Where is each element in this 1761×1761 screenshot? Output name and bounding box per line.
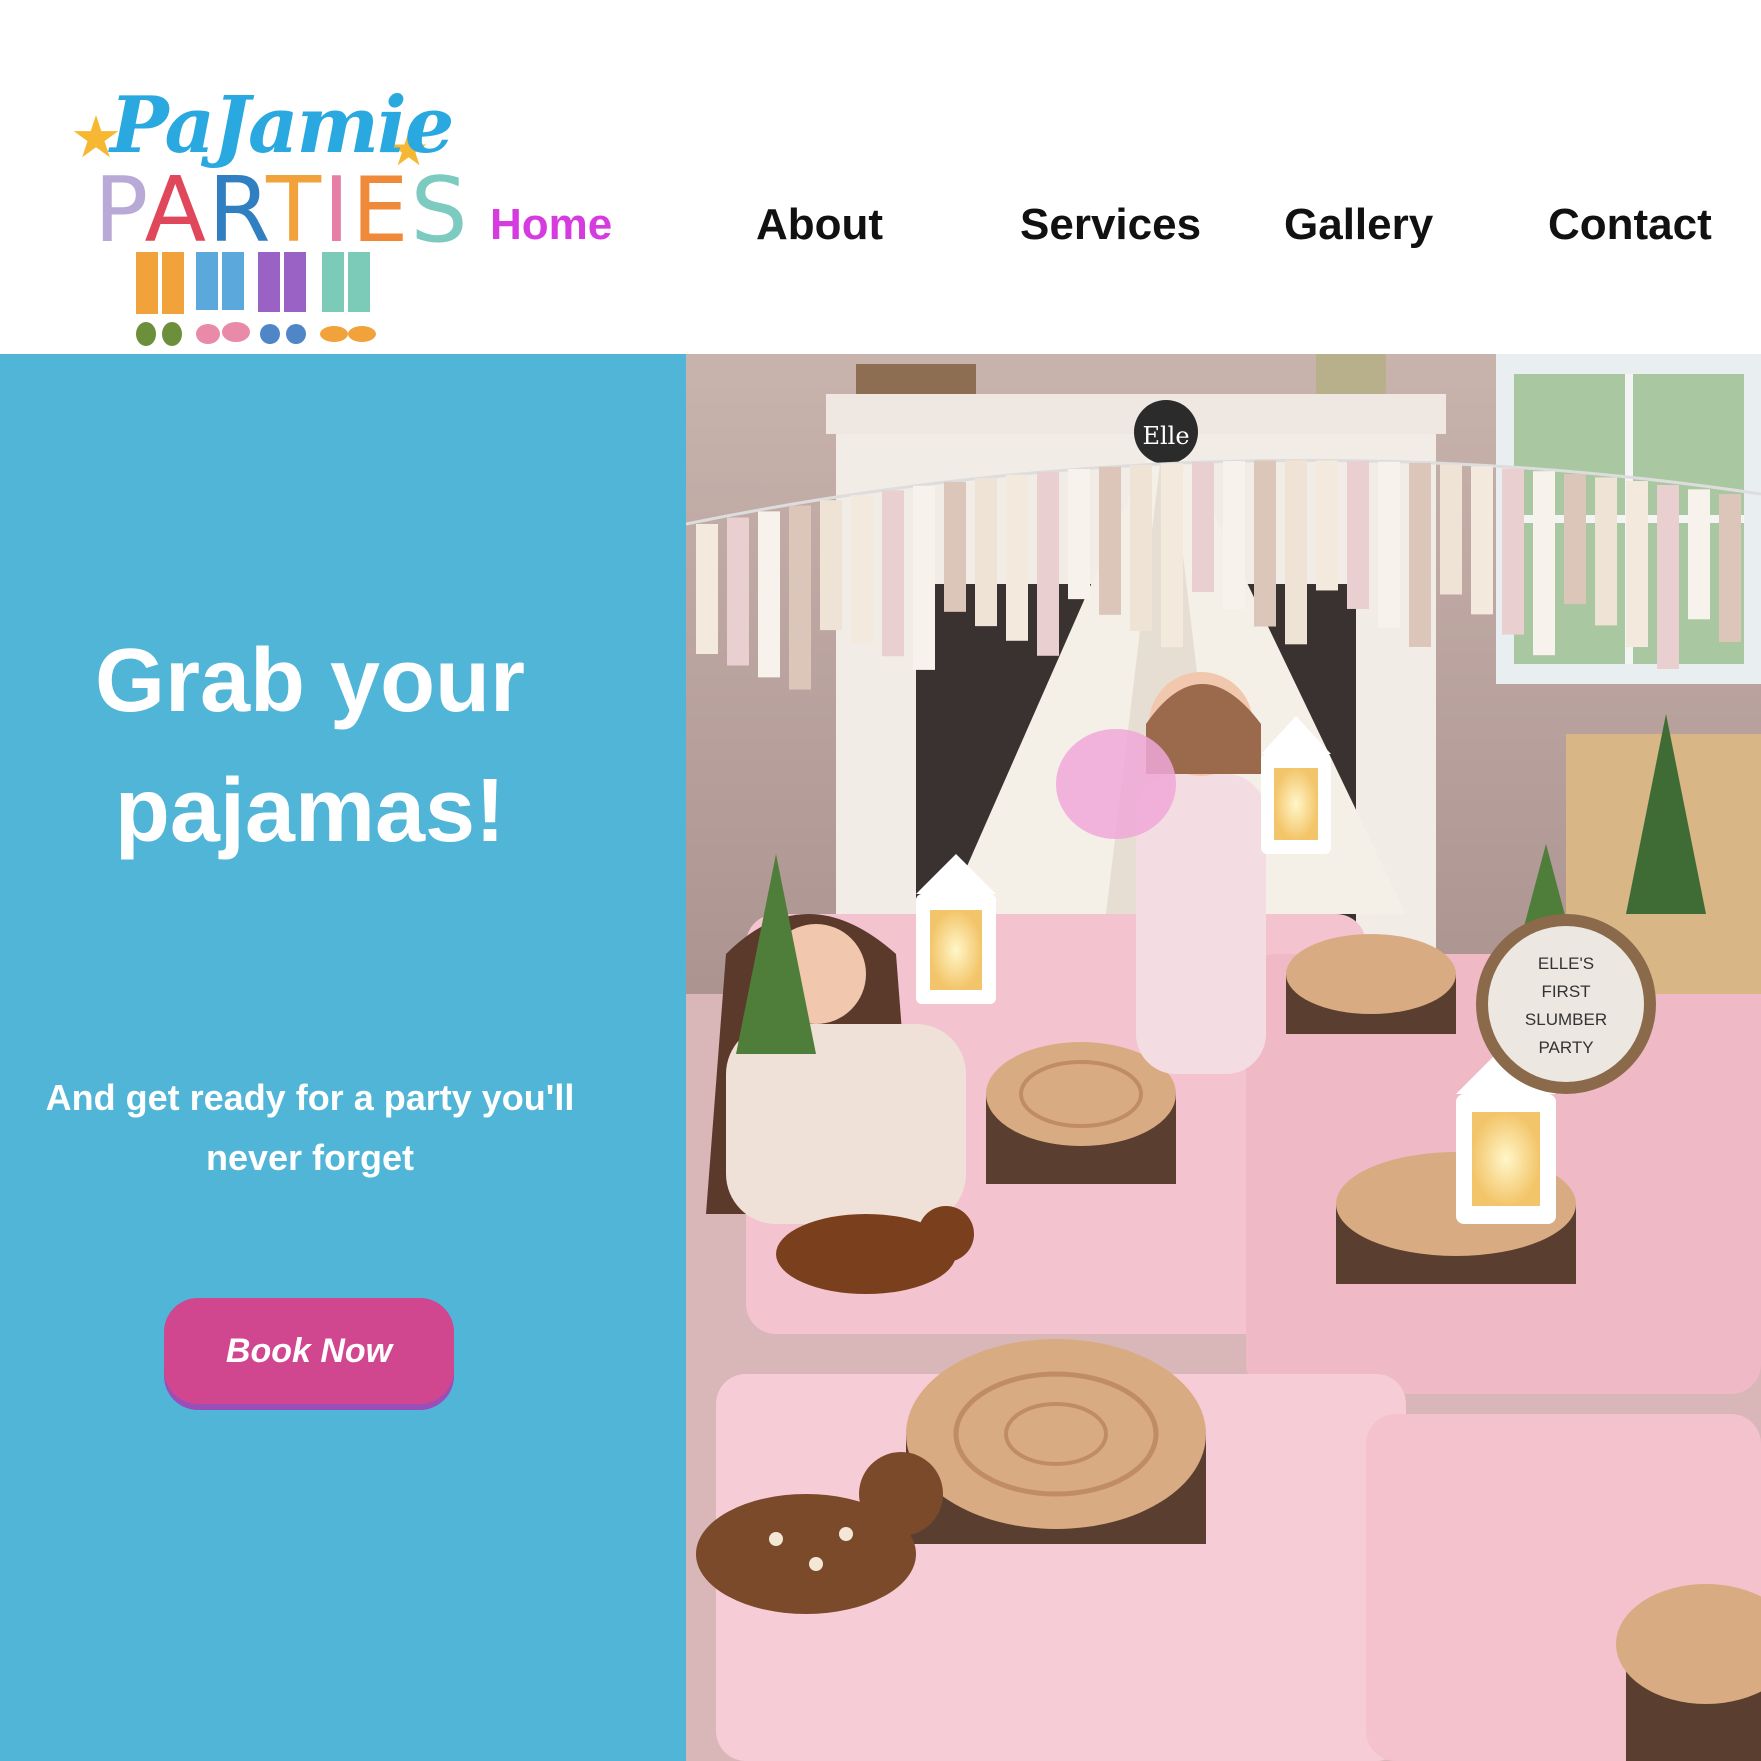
logo-letter: I (323, 158, 352, 263)
logo-letter: P (94, 158, 145, 263)
wood-slice (986, 1042, 1176, 1184)
hero-headline: Grab your pajamas! (0, 616, 620, 876)
tent-tag-text: Elle (1142, 422, 1189, 450)
hero-headline-line1: Grab your (94, 631, 526, 731)
hero-panel: Grab your pajamas! And get ready for a p… (0, 354, 686, 1761)
nav-item-services[interactable]: Services (1020, 200, 1201, 260)
nav-item-home[interactable]: Home (490, 200, 612, 260)
hero-subline-line2: never forget (205, 1137, 415, 1178)
garland-tassel (1037, 471, 1059, 656)
garland-tassel (1626, 481, 1648, 648)
sign-line-3: SLUMBER (1525, 1010, 1607, 1029)
garland-tassel (1502, 468, 1524, 635)
garland-tassel (1409, 462, 1431, 647)
garland-tassel (1533, 471, 1555, 656)
garland-tassel (1657, 485, 1679, 670)
garland-tassel (1068, 469, 1090, 600)
logo-letter: T (266, 158, 324, 263)
garland-tassel (944, 481, 966, 612)
garland-tassel (1688, 489, 1710, 620)
logo-letter: S (410, 158, 470, 263)
garland-tassel (1471, 466, 1493, 615)
hero-subline-line1: And get ready for a party you'll (45, 1077, 575, 1118)
garland-tassel (913, 485, 935, 670)
nav-item-gallery[interactable]: Gallery (1284, 200, 1433, 260)
garland-tassel (1316, 460, 1338, 591)
wood-slice (1286, 934, 1456, 1034)
wood-slice (906, 1339, 1206, 1544)
garland-tassel (975, 478, 997, 627)
garland-tassel (1223, 461, 1245, 610)
logo-letter: E (351, 158, 411, 263)
hero-photo: Elle ELLE'S FIRST SLUMBER PARTY (686, 354, 1761, 1761)
garland-tassel (1130, 464, 1152, 631)
sign-line-1: ELLE'S (1538, 954, 1594, 973)
garland-tassel (851, 495, 873, 644)
garland-tassel (1192, 461, 1214, 592)
garland-tassel (882, 490, 904, 657)
garland-tassel (1347, 460, 1369, 609)
garland-tassel (789, 505, 811, 690)
slumber-party-scene: Elle ELLE'S FIRST SLUMBER PARTY (686, 354, 1761, 1761)
nav-item-contact[interactable]: Contact (1548, 200, 1712, 260)
garland-tassel (1099, 466, 1121, 615)
hero-subline: And get ready for a party you'll never f… (0, 1068, 620, 1188)
hero-headline-line2: pajamas! (114, 761, 506, 861)
garland-tassel (820, 500, 842, 631)
garland-tassel (758, 511, 780, 678)
logo-letter: A (144, 158, 209, 263)
logo-letter: R (208, 158, 267, 263)
garland-tassel (1285, 460, 1307, 645)
nav-item-about[interactable]: About (756, 200, 883, 260)
garland-tassel (1719, 494, 1741, 642)
pajama-legs-icon (136, 252, 376, 346)
garland-tassel (1595, 477, 1617, 626)
letter-board-sign: ELLE'S FIRST SLUMBER PARTY (1476, 914, 1656, 1094)
brand-logo[interactable]: ★ ★ PaJamie PARTIES (70, 80, 468, 355)
book-now-button[interactable]: Book Now (164, 1298, 454, 1404)
garland-tassel (1006, 474, 1028, 641)
site-header: ★ ★ PaJamie PARTIES Home About Services … (0, 0, 1761, 354)
sign-line-4: PARTY (1538, 1038, 1593, 1057)
sign-line-2: FIRST (1541, 982, 1590, 1001)
garland-tassel (727, 517, 749, 666)
logo-wordmark: PARTIES (94, 166, 470, 256)
garland-tassel (1440, 464, 1462, 595)
garland-tassel (1161, 463, 1183, 648)
garland-tassel (1378, 461, 1400, 628)
garland-tassel (1564, 474, 1586, 605)
garland-tassel (1254, 460, 1276, 627)
garland-tassel (696, 524, 718, 654)
wood-slice (1616, 1584, 1761, 1761)
